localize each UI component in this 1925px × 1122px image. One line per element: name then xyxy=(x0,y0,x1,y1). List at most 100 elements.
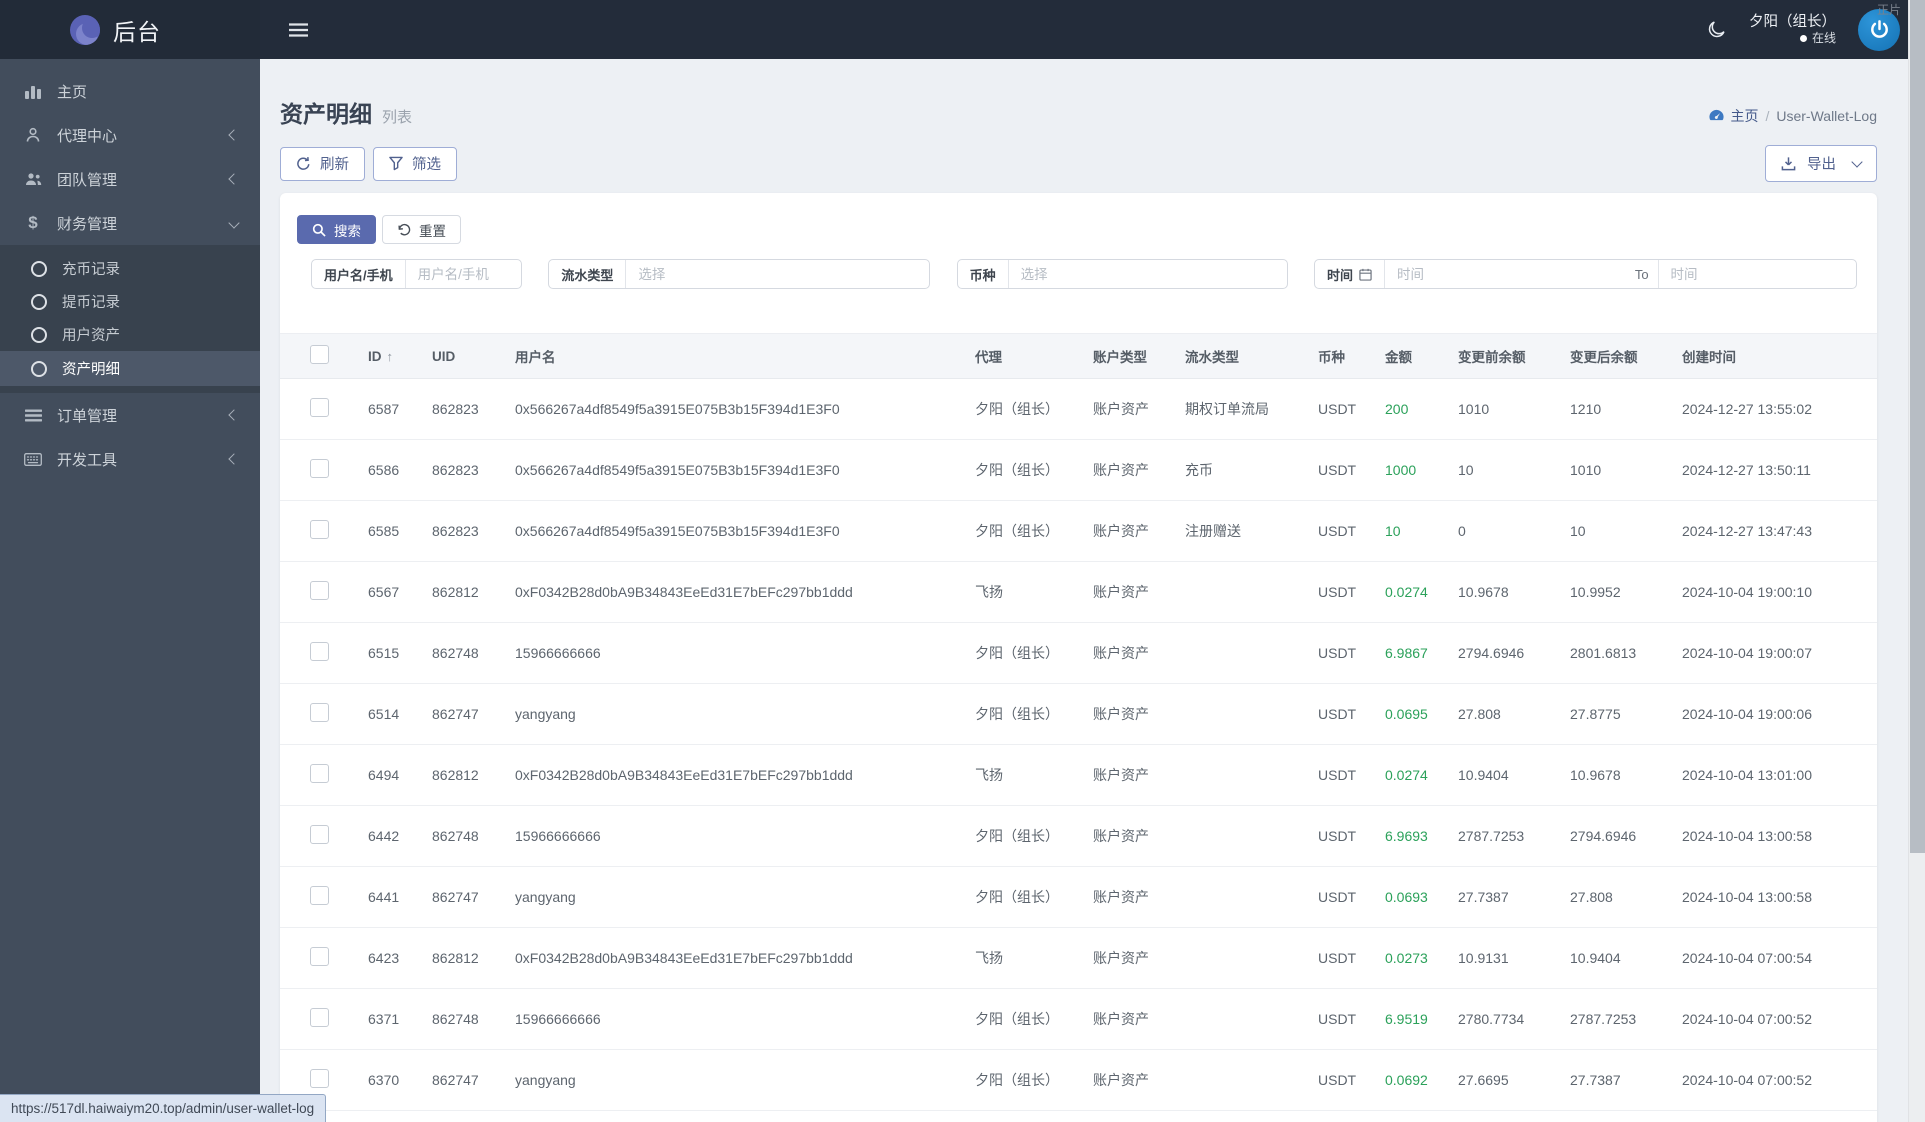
cell-flow-type: 注册赠送 xyxy=(1185,523,1241,539)
sidebar-item-dev-tools[interactable]: 开发工具 xyxy=(0,437,260,481)
row-checkbox[interactable] xyxy=(310,1008,329,1027)
time-end-input[interactable] xyxy=(1658,266,1856,282)
cell-amount: 6.9867 xyxy=(1385,645,1428,661)
cell-account-type: 账户资产 xyxy=(1093,950,1149,966)
cell-username: 0xF0342B28d0bA9B34843EeEd31E7bEFc297bb1d… xyxy=(515,584,853,600)
flow-type-select[interactable] xyxy=(626,266,930,282)
cell-created-at: 2024-10-04 07:00:52 xyxy=(1682,1011,1812,1027)
cell-agent: 飞扬 xyxy=(975,584,1003,600)
chevron-left-icon xyxy=(228,453,240,465)
cell-created-at: 2024-12-27 13:50:11 xyxy=(1682,462,1811,478)
funnel-icon xyxy=(389,156,403,171)
cell-uid: 862747 xyxy=(432,706,479,722)
cell-balance-before: 27.7387 xyxy=(1458,889,1509,905)
cell-amount: 10 xyxy=(1385,523,1401,539)
filter-button[interactable]: 筛选 xyxy=(373,146,457,181)
cell-agent: 飞扬 xyxy=(975,950,1003,966)
row-checkbox[interactable] xyxy=(310,825,329,844)
row-checkbox[interactable] xyxy=(310,1069,329,1088)
user-menu[interactable]: 夕阳（组长） 在线 xyxy=(1749,13,1836,46)
cell-balance-before: 2780.7734 xyxy=(1458,1011,1525,1027)
cell-created-at: 2024-10-04 07:00:54 xyxy=(1682,950,1812,966)
vertical-scrollbar xyxy=(1908,0,1925,1122)
row-checkbox[interactable] xyxy=(310,520,329,539)
cell-id: 6515 xyxy=(368,645,400,661)
row-checkbox[interactable] xyxy=(310,398,329,417)
cell-uid: 862823 xyxy=(432,523,479,539)
page-subtitle: 列表 xyxy=(382,109,413,126)
cell-flow-type xyxy=(1185,745,1318,806)
sidebar-item-label: 团队管理 xyxy=(57,171,118,189)
row-checkbox[interactable] xyxy=(310,947,329,966)
username-filter-group: 用户名/手机 xyxy=(311,259,522,289)
sidebar-item-order-management[interactable]: 订单管理 xyxy=(0,393,260,437)
cell-balance-before: 10 xyxy=(1458,462,1474,478)
cell-id: 6423 xyxy=(368,950,400,966)
time-start-input[interactable] xyxy=(1385,266,1626,282)
cell-username: 0x566267a4df8549f5a3915E075B3b15F394d1E3… xyxy=(515,523,840,539)
col-created-at: 创建时间 xyxy=(1682,333,1877,379)
cell-account-type: 账户资产 xyxy=(1093,767,1149,783)
cell-amount: 0.0695 xyxy=(1385,706,1428,722)
sidebar-item-label: 订单管理 xyxy=(57,407,118,425)
cell-balance-after: 27.808 xyxy=(1570,889,1613,905)
cell-coin: USDT xyxy=(1318,401,1357,417)
cell-balance-after: 10.9678 xyxy=(1570,767,1621,783)
sidebar-item-withdraw-records[interactable]: 提币记录 xyxy=(0,285,260,318)
sidebar-item-label: 财务管理 xyxy=(57,215,118,233)
coin-filter-label: 币种 xyxy=(958,260,1009,288)
topbar-right: 夕阳（组长） 在线 xyxy=(1706,8,1900,51)
row-checkbox[interactable] xyxy=(310,642,329,661)
cell-username: 15966666666 xyxy=(515,645,601,661)
row-checkbox[interactable] xyxy=(310,886,329,905)
brand[interactable]: 后台 xyxy=(0,0,260,59)
sidebar-item-finance-management[interactable]: $ 财务管理 xyxy=(0,201,260,245)
cell-balance-after: 10.9404 xyxy=(1570,950,1621,966)
breadcrumb-current: User-Wallet-Log xyxy=(1776,107,1877,124)
cell-balance-before: 2787.7253 xyxy=(1458,828,1525,844)
refresh-button[interactable]: 刷新 xyxy=(280,146,365,181)
sidebar-item-team-management[interactable]: 团队管理 xyxy=(0,157,260,201)
row-checkbox[interactable] xyxy=(310,764,329,783)
time-range-separator: To xyxy=(1626,260,1659,288)
sidebar-item-deposit-records[interactable]: 充币记录 xyxy=(0,252,260,285)
cell-agent: 夕阳（组长） xyxy=(975,523,1059,539)
circle-icon xyxy=(31,326,47,343)
cell-id: 6441 xyxy=(368,889,400,905)
col-id[interactable]: ID ↑ xyxy=(368,333,432,379)
hamburger-menu-icon[interactable] xyxy=(289,22,308,37)
export-button[interactable]: 导出 xyxy=(1765,145,1877,182)
coin-select[interactable] xyxy=(1008,266,1287,282)
select-all-checkbox[interactable] xyxy=(310,345,329,364)
col-amount: 金额 xyxy=(1385,333,1458,379)
sidebar-item-asset-details-active[interactable]: 资产明细 xyxy=(0,351,260,386)
row-checkbox[interactable] xyxy=(310,703,329,722)
scrollbar-thumb[interactable] xyxy=(1910,0,1925,853)
username-input[interactable] xyxy=(405,266,521,282)
row-checkbox[interactable] xyxy=(310,581,329,600)
breadcrumb-home-link[interactable]: 主页 xyxy=(1709,106,1758,126)
cell-balance-before: 10.9404 xyxy=(1458,767,1509,783)
download-icon xyxy=(1781,157,1796,171)
search-button[interactable]: 搜索 xyxy=(297,215,376,244)
dark-mode-moon-icon[interactable] xyxy=(1706,19,1727,40)
cell-amount: 6.9693 xyxy=(1385,828,1428,844)
col-balance-before: 变更前余额 xyxy=(1458,333,1570,379)
cell-amount: 0.0274 xyxy=(1385,584,1428,600)
cell-id: 6370 xyxy=(368,1072,400,1088)
sidebar-item-agent-center[interactable]: 代理中心 xyxy=(0,113,260,157)
breadcrumb-separator: / xyxy=(1765,107,1770,124)
sidebar-item-home[interactable]: 主页 xyxy=(0,69,260,113)
row-checkbox[interactable] xyxy=(310,459,329,478)
cell-id: 6567 xyxy=(368,584,400,600)
main-content: 资产明细 列表 主页 / User-Wallet-Log 刷新 筛选 导出 搜索… xyxy=(260,59,1925,1122)
cell-account-type: 账户资产 xyxy=(1093,889,1149,905)
cell-account-type: 账户资产 xyxy=(1093,584,1149,600)
reset-button[interactable]: 重置 xyxy=(382,215,461,244)
keyboard-icon xyxy=(22,452,44,466)
flow-type-filter-label: 流水类型 xyxy=(549,260,627,288)
cell-flow-type: 期权订单流局 xyxy=(1185,401,1269,417)
cell-uid: 862747 xyxy=(432,1072,479,1088)
sidebar-item-user-assets[interactable]: 用户资产 xyxy=(0,318,260,351)
cell-username: 15966666666 xyxy=(515,1011,601,1027)
